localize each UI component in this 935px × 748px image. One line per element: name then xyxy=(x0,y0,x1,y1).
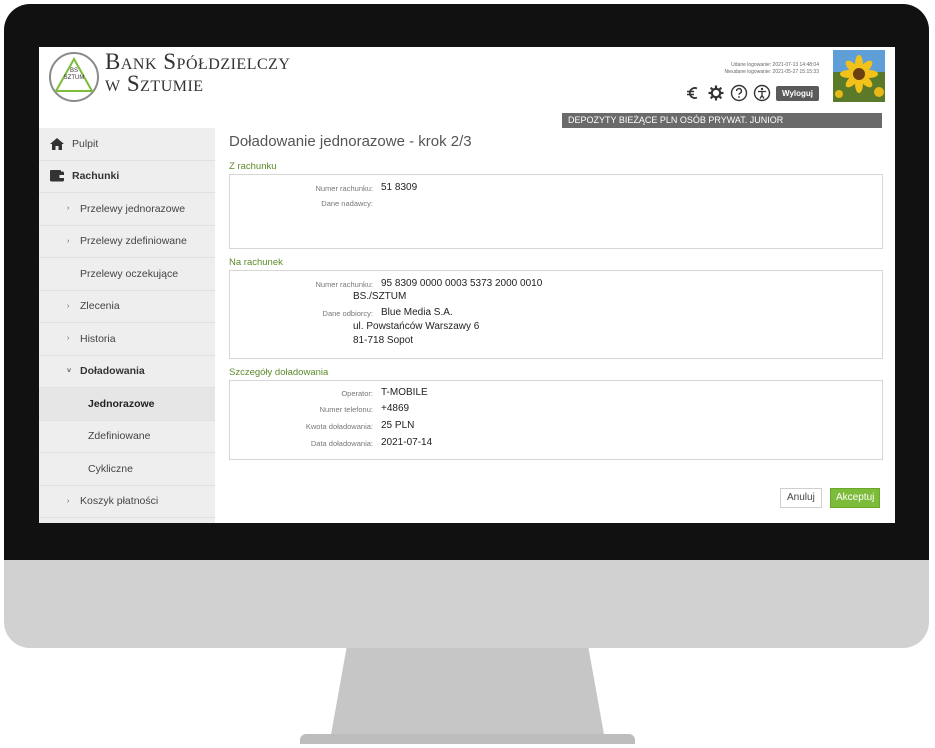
field-label: Data doładowania: xyxy=(310,439,373,448)
sender-row: Dane nadawcy: xyxy=(230,197,882,211)
sidebar-item-label: Cykliczne xyxy=(88,462,133,475)
amount-row: Kwota doładowania: 25 PLN xyxy=(230,420,882,434)
monitor-chin xyxy=(4,560,929,648)
operator-value: T-MOBILE xyxy=(381,387,428,398)
sidebar-item-label: Koszyk płatności xyxy=(80,495,159,508)
chevron-right-icon: › xyxy=(67,497,70,505)
sidebar-item-label: Zlecenia xyxy=(80,300,120,313)
logo-abbreviation: BS SZTUM xyxy=(51,68,97,82)
topup-details-panel: Operator: T-MOBILE Numer telefonu: +4869… xyxy=(229,380,883,460)
field-label: Numer telefonu: xyxy=(319,405,373,414)
product-bar: DEPOZYTY BIEŻĄCE PLN OSÓB PRYWAT. JUNIOR xyxy=(562,113,882,128)
section-label-topup-details: Szczegóły doładowania xyxy=(229,367,329,378)
sidebar-item-pulpit[interactable]: Pulpit xyxy=(39,128,215,161)
monitor-stand-base xyxy=(300,734,635,744)
sidebar-item-label: Przelewy jednorazowe xyxy=(80,202,186,215)
help-icon[interactable] xyxy=(730,84,748,102)
sidebar-item-koszyk-platnosci[interactable]: › Koszyk płatności xyxy=(39,486,215,518)
sidebar-item-jednorazowe[interactable]: Jednorazowe xyxy=(39,388,215,421)
field-label: Numer rachunku: xyxy=(315,184,373,193)
field-label: Dane nadawcy: xyxy=(321,199,373,208)
from-account-panel: Numer rachunku: 51 8309 Dane nadawcy: xyxy=(229,174,883,249)
header-toolbar: Wyloguj xyxy=(684,83,819,103)
recipient-street: ul. Powstańców Warszawy 6 xyxy=(353,321,480,332)
bank-name-line2: w Sztumie xyxy=(105,71,204,96)
from-account-number-row: Numer rachunku: 51 8309 xyxy=(230,182,882,196)
monitor-stand xyxy=(330,648,605,740)
section-label-to-account: Na rachunek xyxy=(229,257,283,268)
sidebar-item-przelewy-oczekujace[interactable]: Przelewy oczekujące xyxy=(39,258,215,291)
operator-row: Operator: T-MOBILE xyxy=(230,387,882,401)
settings-gear-icon[interactable] xyxy=(707,84,725,102)
page-title: Doładowanie jednorazowe - krok 2/3 xyxy=(229,133,472,150)
sidebar-nav: Pulpit Rachunki › Przelewy jednorazowe ›… xyxy=(39,128,215,523)
logout-button[interactable]: Wyloguj xyxy=(776,85,819,101)
sidebar-item-zlecenia[interactable]: › Zlecenia xyxy=(39,291,215,323)
banking-app-screen: BS SZTUM Bank Spółdzielczy w Sztumie Uda… xyxy=(39,47,895,523)
sidebar-item-przelewy-jednorazowe[interactable]: › Przelewy jednorazowe xyxy=(39,193,215,226)
sidebar-item-przelewy-zdefiniowane[interactable]: › Przelewy zdefiniowane xyxy=(39,226,215,258)
sidebar-item-historia[interactable]: › Historia xyxy=(39,323,215,356)
field-label: Numer rachunku: xyxy=(315,280,373,289)
successful-login-text: Udane logowanie: 2021-07-13 14:48:04 xyxy=(731,62,819,68)
to-account-number: 95 8309 0000 0003 5373 2000 0010 xyxy=(381,278,543,289)
chevron-right-icon: › xyxy=(67,335,70,343)
date-value: 2021-07-14 xyxy=(381,437,433,448)
sidebar-item-rachunki[interactable]: Rachunki xyxy=(39,161,215,193)
logo-text-line1: BS xyxy=(69,68,78,74)
bank-logo[interactable]: BS SZTUM xyxy=(49,52,99,102)
chevron-right-icon: › xyxy=(67,205,70,213)
main-content: Doładowanie jednorazowe - krok 2/3 Z rac… xyxy=(215,128,895,523)
field-label: Dane odbiorcy: xyxy=(322,309,373,318)
bank-name-line1: Bank Spółdzielczy xyxy=(105,49,291,74)
accessibility-icon[interactable] xyxy=(753,84,771,102)
to-account-panel: Numer rachunku: 95 8309 0000 0003 5373 2… xyxy=(229,270,883,359)
sidebar-item-label: Pulpit xyxy=(72,137,99,150)
chevron-right-icon: › xyxy=(67,302,70,310)
failed-login-text: Nieudane logowanie: 2021-05-27 15:15:33 xyxy=(724,69,819,75)
section-label-from-account: Z rachunku xyxy=(229,161,277,172)
phone-row: Numer telefonu: +4869 xyxy=(230,403,882,417)
sidebar-item-label: Rachunki xyxy=(72,170,120,183)
login-info: Udane logowanie: 2021-07-13 14:48:04 Nie… xyxy=(724,62,819,76)
amount-value: 25 PLN xyxy=(381,420,415,431)
sidebar-item-label: Doładowania xyxy=(80,365,145,378)
app-header: BS SZTUM Bank Spółdzielczy w Sztumie Uda… xyxy=(39,47,895,113)
recipient-row: Dane odbiorcy: Blue Media S.A. xyxy=(230,307,882,321)
sidebar-item-cykliczne[interactable]: Cykliczne xyxy=(39,453,215,486)
from-account-number: 51 8309 xyxy=(381,182,418,193)
accept-button[interactable]: Akceptuj xyxy=(830,488,881,508)
recipient-city: 81-718 Sopot xyxy=(353,335,414,346)
bank-name: Bank Spółdzielczy w Sztumie xyxy=(105,49,291,96)
recipient-name: Blue Media S.A. xyxy=(381,307,453,318)
sidebar-item-zdefiniowane[interactable]: Zdefiniowane xyxy=(39,421,215,453)
logo-text-line2: SZTUM xyxy=(63,75,85,81)
sidebar-item-label: Jednorazowe xyxy=(88,397,155,410)
chevron-right-icon: › xyxy=(67,237,70,245)
sidebar-item-label: Historia xyxy=(80,332,116,345)
chevron-down-icon: ˅ xyxy=(67,367,72,375)
recipient-bank-name: BS./SZTUM xyxy=(353,291,407,302)
field-label: Kwota doładowania: xyxy=(305,422,373,431)
field-label: Operator: xyxy=(341,389,373,398)
cancel-button[interactable]: Anuluj xyxy=(780,488,822,508)
date-row: Data doładowania: 2021-07-14 xyxy=(230,437,882,451)
sidebar-item-label: Przelewy oczekujące xyxy=(80,267,179,280)
sunflower-image xyxy=(833,50,885,102)
phone-value: +4869 xyxy=(381,403,410,414)
sidebar-item-label: Przelewy zdefiniowane xyxy=(80,235,187,248)
home-icon xyxy=(50,137,64,150)
sidebar-item-doladowania[interactable]: ˅ Doładowania xyxy=(39,356,215,388)
wallet-icon xyxy=(50,170,64,182)
to-account-number-row: Numer rachunku: 95 8309 0000 0003 5373 2… xyxy=(230,278,882,292)
euro-icon[interactable] xyxy=(684,84,702,102)
sidebar-item-label: Zdefiniowane xyxy=(88,430,151,443)
